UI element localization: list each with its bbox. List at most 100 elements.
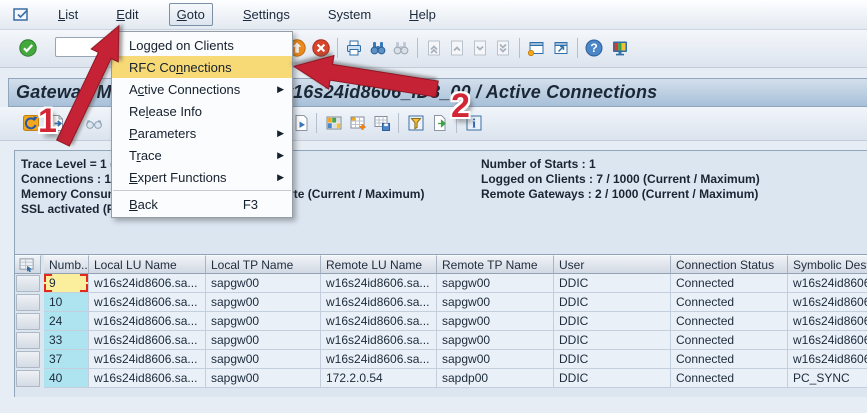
table-cell[interactable]: w16s24id8606.sa... (321, 350, 437, 369)
find-icon[interactable] (368, 38, 388, 58)
table-cell[interactable]: w16s24id8606.sa... (788, 331, 867, 350)
find-next-icon[interactable] (391, 38, 411, 58)
table-cell[interactable]: DDIC (554, 312, 671, 331)
table-cell[interactable]: sapgw00 (206, 331, 321, 350)
choose-layout-icon[interactable] (324, 113, 344, 133)
menubar-item-goto[interactable]: Goto (169, 3, 213, 26)
table-cell[interactable]: w16s24id8606.sa... (89, 274, 206, 293)
table-cell[interactable]: w16s24id8606.sa... (89, 350, 206, 369)
row-selector[interactable] (16, 370, 40, 387)
table-cell[interactable]: DDIC (554, 369, 671, 388)
column-header-user[interactable]: User (554, 255, 671, 274)
table-cell[interactable]: sapgw00 (206, 350, 321, 369)
menu-item-rfc-connections[interactable]: RFC Connections (112, 56, 292, 78)
menu-item-release-info[interactable]: Release Info (112, 100, 292, 122)
number-cell[interactable]: 33 (44, 331, 89, 350)
table-cell[interactable]: w16s24id8606.sa... (788, 293, 867, 312)
customize-layout-icon[interactable] (610, 38, 630, 58)
menubar-item-system[interactable]: System (320, 3, 379, 26)
row-selector[interactable] (16, 275, 40, 292)
number-cell[interactable]: 10 (44, 293, 89, 312)
column-header-remote-tp-name[interactable]: Remote TP Name (437, 255, 554, 274)
table-cell[interactable]: sapgw00 (206, 293, 321, 312)
column-header-remote-lu-name[interactable]: Remote LU Name (321, 255, 437, 274)
table-cell[interactable]: sapgw00 (206, 312, 321, 331)
last-page-icon[interactable] (493, 38, 513, 58)
table-cell[interactable]: w16s24id8606.sa... (788, 274, 867, 293)
column-header-local-tp-name[interactable]: Local TP Name (206, 255, 321, 274)
table-cell[interactable]: w16s24id8606.sa... (321, 331, 437, 350)
table-cell[interactable]: DDIC (554, 293, 671, 312)
display-found-icon[interactable] (84, 113, 104, 133)
row-selector[interactable] (16, 313, 40, 330)
table-cell[interactable]: Connected (671, 312, 788, 331)
table-cell[interactable]: Connected (671, 369, 788, 388)
table-cell[interactable]: sapgw00 (437, 312, 554, 331)
table-cell[interactable]: w16s24id8606.sa... (321, 312, 437, 331)
next-page-icon[interactable] (470, 38, 490, 58)
table-cell[interactable]: DDIC (554, 350, 671, 369)
table-cell[interactable]: sapgw00 (437, 274, 554, 293)
table-cell[interactable]: Connected (671, 350, 788, 369)
menubar-item-edit[interactable]: Edit (108, 3, 146, 26)
enter-icon[interactable] (18, 38, 38, 58)
info-icon[interactable]: i (464, 113, 484, 133)
system-icon[interactable] (12, 6, 34, 24)
menu-item-active-connections[interactable]: Active Connections▶ (112, 78, 292, 100)
table-cell[interactable]: w16s24id8606.sa... (788, 350, 867, 369)
table-cell[interactable]: sapgw00 (206, 274, 321, 293)
export-file-icon[interactable] (430, 113, 450, 133)
table-cell[interactable]: w16s24id8606.sa... (788, 312, 867, 331)
export-icon[interactable] (47, 113, 67, 133)
number-cell[interactable]: 24 (44, 312, 89, 331)
save-layout-icon[interactable] (372, 113, 392, 133)
menu-item-expert-functions[interactable]: Expert Functions▶ (112, 166, 292, 188)
first-page-icon[interactable] (424, 38, 444, 58)
number-cell[interactable]: 40 (44, 369, 89, 388)
menubar-item-list[interactable]: List (50, 3, 86, 26)
column-header-local-lu-name[interactable]: Local LU Name (89, 255, 206, 274)
table-cell[interactable]: sapdp00 (437, 369, 554, 388)
print-preview-icon[interactable] (291, 113, 311, 133)
change-layout-icon[interactable] (348, 113, 368, 133)
new-session-icon[interactable] (526, 38, 546, 58)
previous-page-icon[interactable] (447, 38, 467, 58)
table-cell[interactable]: Connected (671, 274, 788, 293)
row-selector[interactable] (16, 351, 40, 368)
print-icon[interactable] (344, 38, 364, 58)
column-header-numb[interactable]: Numb.. (44, 255, 89, 274)
menubar-item-help[interactable]: Help (401, 3, 444, 26)
table-cell[interactable]: w16s24id8606.sa... (89, 312, 206, 331)
number-cell[interactable]: 37 (44, 350, 89, 369)
menu-item-logged-on-clients[interactable]: Logged on Clients (112, 34, 292, 56)
menubar-item-settings[interactable]: Settings (235, 3, 298, 26)
table-cell[interactable]: w16s24id8606.sa... (321, 274, 437, 293)
table-cell[interactable]: 172.2.0.54 (321, 369, 437, 388)
table-cell[interactable]: sapgw00 (437, 293, 554, 312)
menu-item-back[interactable]: BackF3 (112, 193, 292, 215)
column-header-connection-status[interactable]: Connection Status (671, 255, 788, 274)
table-cell[interactable]: Connected (671, 293, 788, 312)
row-selector[interactable] (16, 294, 40, 311)
table-cell[interactable]: sapgw00 (206, 369, 321, 388)
filter-icon[interactable] (406, 113, 426, 133)
table-cell[interactable]: w16s24id8606.sa... (321, 293, 437, 312)
menu-item-trace[interactable]: Trace▶ (112, 144, 292, 166)
table-cell[interactable]: sapgw00 (437, 331, 554, 350)
grid-corner-icon[interactable] (15, 255, 41, 274)
cancel-icon[interactable] (311, 38, 331, 58)
row-selector[interactable] (16, 332, 40, 349)
table-cell[interactable]: PC_SYNC (788, 369, 867, 388)
column-header-symbolic-destination[interactable]: Symbolic Destination (788, 255, 867, 274)
help-icon[interactable]: ? (584, 38, 604, 58)
table-cell[interactable]: w16s24id8606.sa... (89, 331, 206, 350)
table-cell[interactable]: DDIC (554, 274, 671, 293)
table-cell[interactable]: Connected (671, 331, 788, 350)
table-cell[interactable]: DDIC (554, 331, 671, 350)
number-cell-selected[interactable]: 9 (44, 274, 89, 293)
create-shortcut-icon[interactable] (551, 38, 571, 58)
table-cell[interactable]: sapgw00 (437, 350, 554, 369)
refresh-icon[interactable] (21, 113, 41, 133)
table-cell[interactable]: w16s24id8606.sa... (89, 369, 206, 388)
menu-item-parameters[interactable]: Parameters▶ (112, 122, 292, 144)
